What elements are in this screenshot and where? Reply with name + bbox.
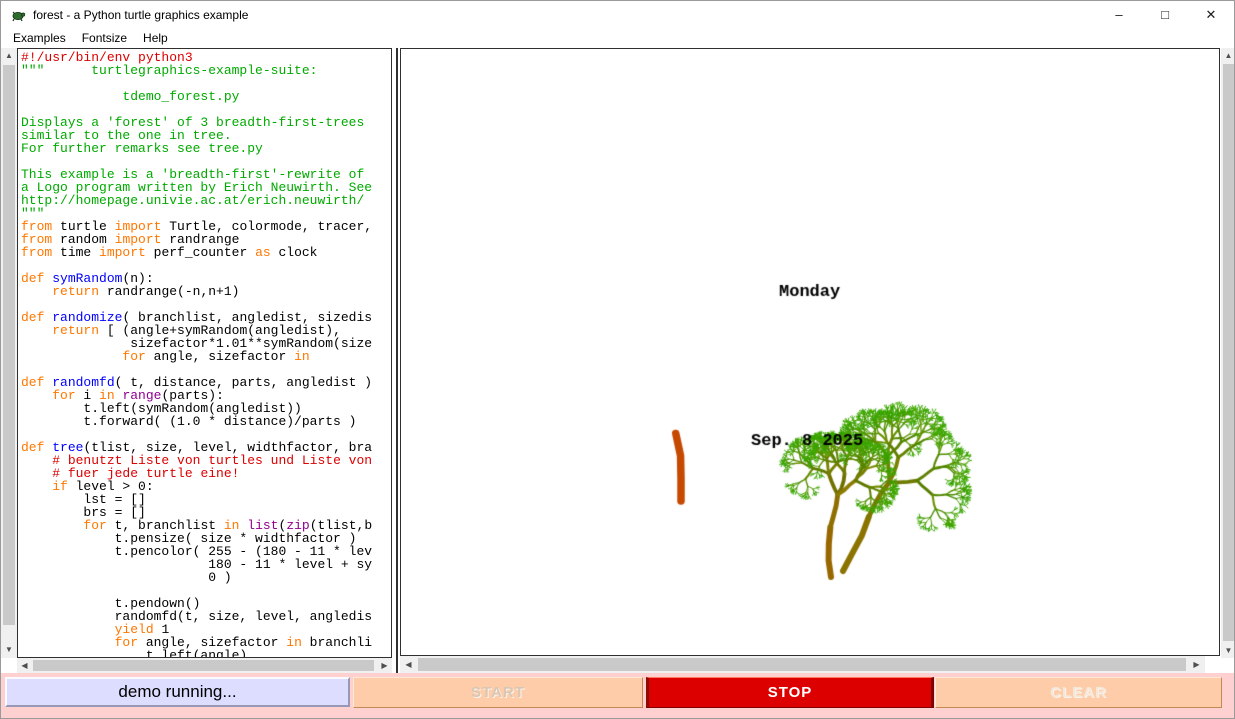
app-window: forest - a Python turtle graphics exampl… [0,0,1235,719]
canvas-hscrollbar-thumb[interactable] [418,658,1186,671]
code-line: similar to the one in tree. [21,129,391,142]
code-line: def tree(tlist, size, level, widthfactor… [21,441,391,454]
code-line [21,428,391,441]
window-controls: – □ ✕ [1096,1,1234,28]
code-line: yield 1 [21,623,391,636]
code-line: if level > 0: [21,480,391,493]
menubar: Examples Fontsize Help [1,28,1234,48]
code-line: for t, branchlist in list(zip(tlist,b [21,519,391,532]
code-line: Displays a 'forest' of 3 breadth-first-t… [21,116,391,129]
code-line [21,298,391,311]
start-button[interactable]: START [353,677,643,708]
code-line: http://homepage.univie.ac.at/erich.neuwi… [21,194,391,207]
code-line: return [ (angle+symRandom(angledist), [21,324,391,337]
window-title: forest - a Python turtle graphics exampl… [33,8,248,22]
code-line [21,77,391,90]
scroll-left-icon[interactable]: ◀ [400,656,417,673]
code-line: brs = [] [21,506,391,519]
code-line: """ turtlegraphics-example-suite: [21,64,391,77]
code-line: t.left(symRandom(angledist)) [21,402,391,415]
code-line: from random import randrange [21,233,391,246]
code-line: from time import perf_counter as clock [21,246,391,259]
code-line: 0 ) [21,571,391,584]
canvas-hscrollbar[interactable]: ◀ ▶ [400,656,1205,673]
code-line: def randomfd( t, distance, parts, angled… [21,376,391,389]
code-line: """ [21,207,391,220]
code-line: for angle, sizefactor in branchli [21,636,391,649]
code-line: This example is a 'breadth-first'-rewrit… [21,168,391,181]
scroll-down-icon[interactable]: ▼ [1,642,17,658]
code-line: for i in range(parts): [21,389,391,402]
scroll-up-icon[interactable]: ▲ [1221,48,1235,63]
code-line: tdemo_forest.py [21,90,391,103]
scroll-right-icon[interactable]: ▶ [377,658,392,673]
code-line: # fuer jede turtle eine! [21,467,391,480]
code-line: def randomize( branchlist, angledist, si… [21,311,391,324]
code-vscrollbar-thumb[interactable] [3,65,15,625]
code-line: randomfd(t, size, level, angledis [21,610,391,623]
canvas-pane [400,48,1220,656]
turtle-canvas [401,49,1219,655]
scroll-up-icon[interactable]: ▲ [1,48,17,64]
close-button[interactable]: ✕ [1188,1,1234,28]
code-line: t.pensize( size * widthfactor ) [21,532,391,545]
menu-examples[interactable]: Examples [5,29,74,47]
code-line: a Logo program written by Erich Neuwirth… [21,181,391,194]
code-line: for angle, sizefactor in [21,350,391,363]
turtle-icon [10,7,26,23]
code-line [21,584,391,597]
code-line: t.forward( (1.0 * distance)/parts ) [21,415,391,428]
code-line: # benutzt Liste von turtles und Liste vo… [21,454,391,467]
code-line [21,103,391,116]
code-line [21,155,391,168]
code-line: t.left(angle) [21,649,391,658]
stop-button[interactable]: STOP [646,677,934,708]
menu-fontsize[interactable]: Fontsize [74,29,135,47]
minimize-button[interactable]: – [1096,1,1142,28]
code-line [21,363,391,376]
canvas-vscrollbar-thumb[interactable] [1223,64,1234,641]
maximize-button[interactable]: □ [1142,1,1188,28]
code-hscrollbar-thumb[interactable] [33,660,374,671]
canvas-vscrollbar[interactable]: ▲ ▼ [1221,48,1235,658]
button-bar: demo running... START STOP CLEAR [1,673,1234,718]
code-line: from turtle import Turtle, colormode, tr… [21,220,391,233]
code-line [21,259,391,272]
code-line: #!/usr/bin/env python3 [21,51,391,64]
scroll-right-icon[interactable]: ▶ [1188,656,1205,673]
code-line: lst = [] [21,493,391,506]
code-line: def symRandom(n): [21,272,391,285]
code-editor[interactable]: #!/usr/bin/env python3""" turtlegraphics… [17,48,392,658]
scroll-down-icon[interactable]: ▼ [1221,643,1235,658]
titlebar: forest - a Python turtle graphics exampl… [1,1,1234,28]
code-line: 180 - 11 * level + sy [21,558,391,571]
code-line: t.pendown() [21,597,391,610]
scroll-left-icon[interactable]: ◀ [17,658,32,673]
code-line: For further remarks see tree.py [21,142,391,155]
clear-button[interactable]: CLEAR [935,677,1222,708]
code-hscrollbar[interactable]: ◀ ▶ [17,658,392,673]
code-line: t.pencolor( 255 - (180 - 11 * lev [21,545,391,558]
status-label: demo running... [5,677,350,707]
pane-sash[interactable] [396,48,398,673]
code-line: return randrange(-n,n+1) [21,285,391,298]
code-line: sizefactor*1.01**symRandom(size [21,337,391,350]
menu-help[interactable]: Help [135,29,176,47]
code-vscrollbar[interactable]: ▲ ▼ [1,48,17,658]
